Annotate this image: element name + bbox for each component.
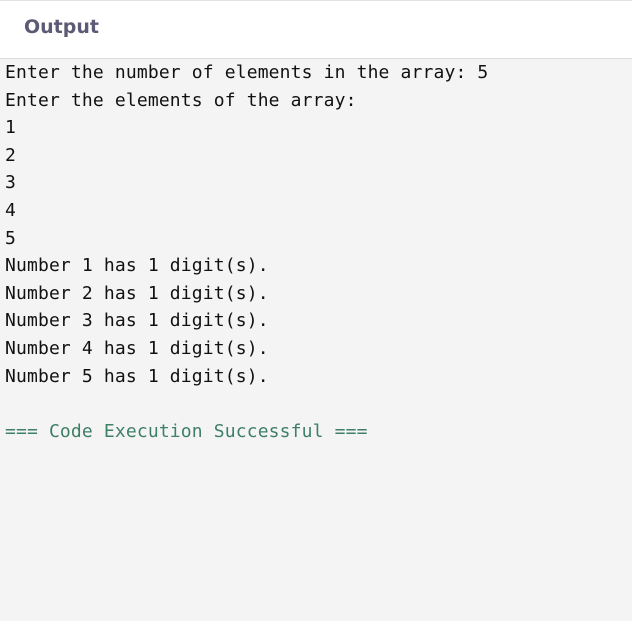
- console-line: 4: [5, 199, 16, 221]
- output-header: Output: [0, 0, 632, 59]
- output-title: Output: [24, 16, 99, 38]
- console-line: 3: [5, 172, 16, 194]
- console-line: 2: [5, 144, 16, 166]
- console-line: Number 1 has 1 digit(s).: [5, 255, 269, 277]
- console-line: Number 4 has 1 digit(s).: [5, 337, 269, 359]
- console-output: Enter the number of elements in the arra…: [5, 59, 488, 445]
- console-line: 1: [5, 117, 16, 139]
- console-line: Number 5 has 1 digit(s).: [5, 365, 269, 387]
- console-line: Enter the elements of the array:: [5, 89, 357, 111]
- console-line: Number 2 has 1 digit(s).: [5, 282, 269, 304]
- console-line: Number 3 has 1 digit(s).: [5, 310, 269, 332]
- console-line: Enter the number of elements in the arra…: [5, 62, 489, 83]
- console-line: 5: [5, 227, 16, 249]
- execution-status: === Code Execution Successful ===: [5, 420, 368, 442]
